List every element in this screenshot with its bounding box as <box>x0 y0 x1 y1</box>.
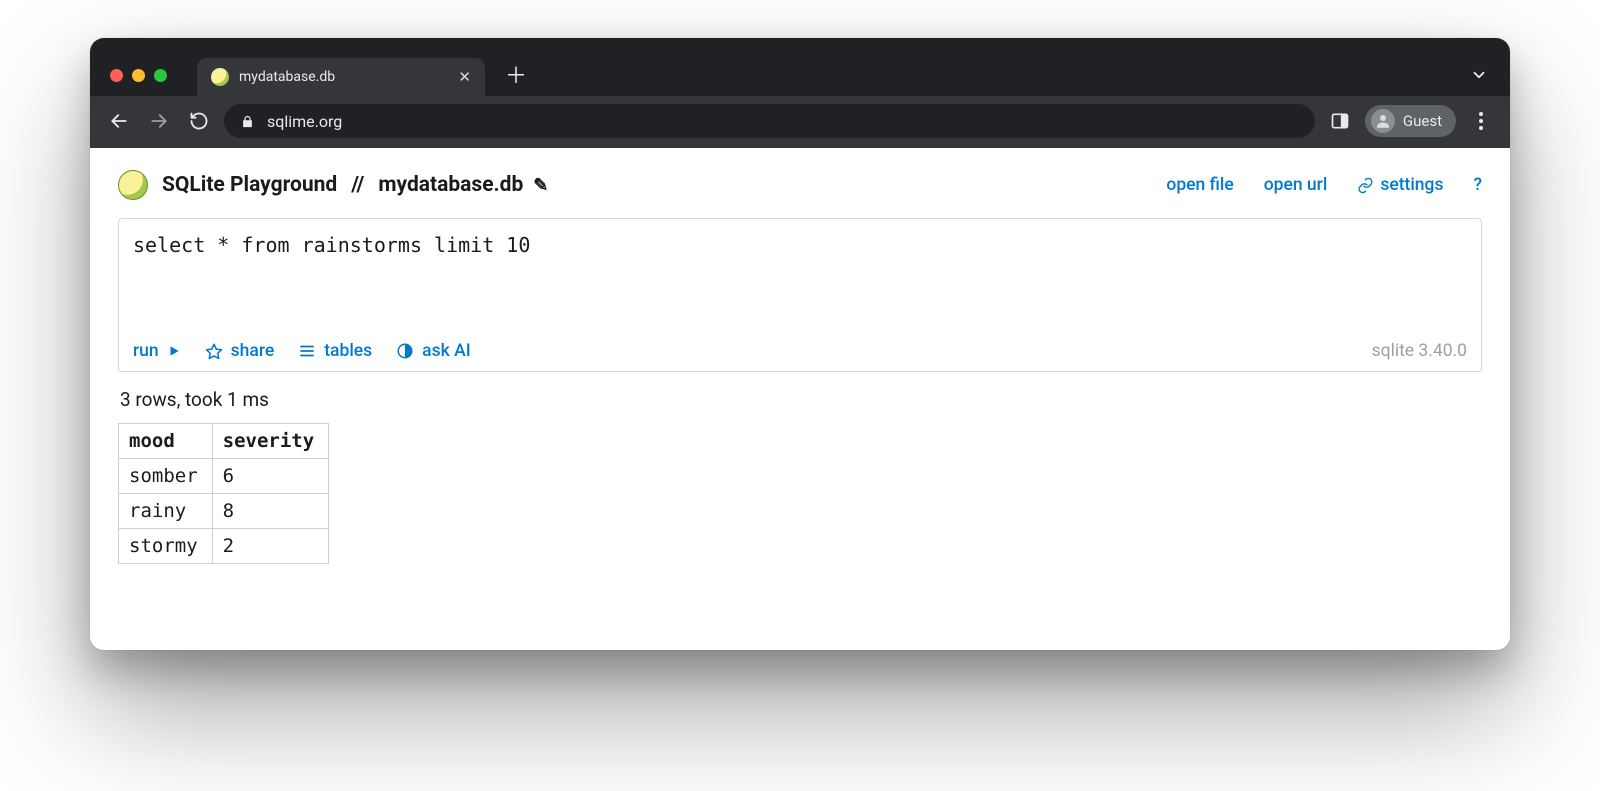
profile-chip[interactable]: Guest <box>1365 105 1456 137</box>
results-column-header: severity <box>212 424 329 459</box>
address-bar-url: sqlime.org <box>267 112 342 131</box>
table-cell: rainy <box>119 494 213 529</box>
address-bar[interactable]: sqlime.org <box>224 104 1315 138</box>
open-file-link[interactable]: open file <box>1166 175 1233 195</box>
page-header: SQLite Playground // mydatabase.db ✎ ope… <box>118 170 1482 200</box>
help-link[interactable]: ? <box>1473 175 1482 195</box>
header-links: open file open url settings ? <box>1166 175 1482 195</box>
minimize-window-button[interactable] <box>132 69 145 82</box>
close-tab-button[interactable]: ✕ <box>458 70 471 85</box>
table-cell: 6 <box>212 459 329 494</box>
table-cell: 2 <box>212 529 329 564</box>
browser-window: mydatabase.db ✕ ＋ sqlime.org <box>90 38 1510 650</box>
table-cell: somber <box>119 459 213 494</box>
avatar-icon <box>1371 109 1395 133</box>
tab-favicon <box>211 68 229 86</box>
results-table: moodseverity somber6rainy8stormy2 <box>118 423 329 564</box>
share-button[interactable]: share <box>205 341 275 361</box>
ai-icon <box>396 342 414 360</box>
sql-input[interactable] <box>133 231 1467 323</box>
window-controls <box>110 69 167 82</box>
tab-title: mydatabase.db <box>239 69 448 85</box>
profile-label: Guest <box>1403 112 1442 130</box>
tables-button[interactable]: tables <box>298 341 372 361</box>
ask-ai-button[interactable]: ask AI <box>396 341 470 361</box>
close-window-button[interactable] <box>110 69 123 82</box>
results-header-row: moodseverity <box>119 424 329 459</box>
share-button-label: share <box>231 341 275 361</box>
maximize-window-button[interactable] <box>154 69 167 82</box>
app-logo <box>118 170 148 200</box>
forward-button[interactable] <box>144 106 174 136</box>
table-row: rainy8 <box>119 494 329 529</box>
browser-menu-button[interactable] <box>1466 106 1496 136</box>
play-icon <box>167 344 181 358</box>
list-icon <box>298 342 316 360</box>
settings-link-label: settings <box>1380 175 1443 195</box>
lock-icon <box>240 114 255 129</box>
panel-toggle-button[interactable] <box>1325 106 1355 136</box>
back-button[interactable] <box>104 106 134 136</box>
table-cell: 8 <box>212 494 329 529</box>
reload-button[interactable] <box>184 106 214 136</box>
title-separator: // <box>351 173 364 197</box>
eraser-icon[interactable]: ✎ <box>533 175 548 196</box>
browser-toolbar: sqlime.org Guest <box>90 96 1510 148</box>
new-tab-button[interactable]: ＋ <box>505 66 527 88</box>
db-name: mydatabase.db <box>378 173 523 197</box>
settings-link[interactable]: settings <box>1357 175 1443 195</box>
page-content: SQLite Playground // mydatabase.db ✎ ope… <box>90 148 1510 650</box>
link-icon <box>1357 177 1374 194</box>
sqlite-version: sqlite 3.40.0 <box>1372 341 1467 361</box>
results-column-header: mood <box>119 424 213 459</box>
open-url-link[interactable]: open url <box>1264 175 1328 195</box>
app-title: SQLite Playground <box>162 173 337 197</box>
editor-card: run share tables <box>118 218 1482 372</box>
table-row: somber6 <box>119 459 329 494</box>
editor-footer: run share tables <box>133 341 1467 361</box>
ask-ai-button-label: ask AI <box>422 341 470 361</box>
browser-tab[interactable]: mydatabase.db ✕ <box>197 58 485 96</box>
star-icon <box>205 342 223 360</box>
run-button[interactable]: run <box>133 341 181 361</box>
tables-button-label: tables <box>324 341 372 361</box>
run-button-label: run <box>133 341 159 361</box>
query-status: 3 rows, took 1 ms <box>120 388 1480 411</box>
table-row: stormy2 <box>119 529 329 564</box>
titlebar: mydatabase.db ✕ ＋ <box>90 38 1510 96</box>
table-cell: stormy <box>119 529 213 564</box>
tabs-dropdown-button[interactable] <box>1470 66 1488 84</box>
